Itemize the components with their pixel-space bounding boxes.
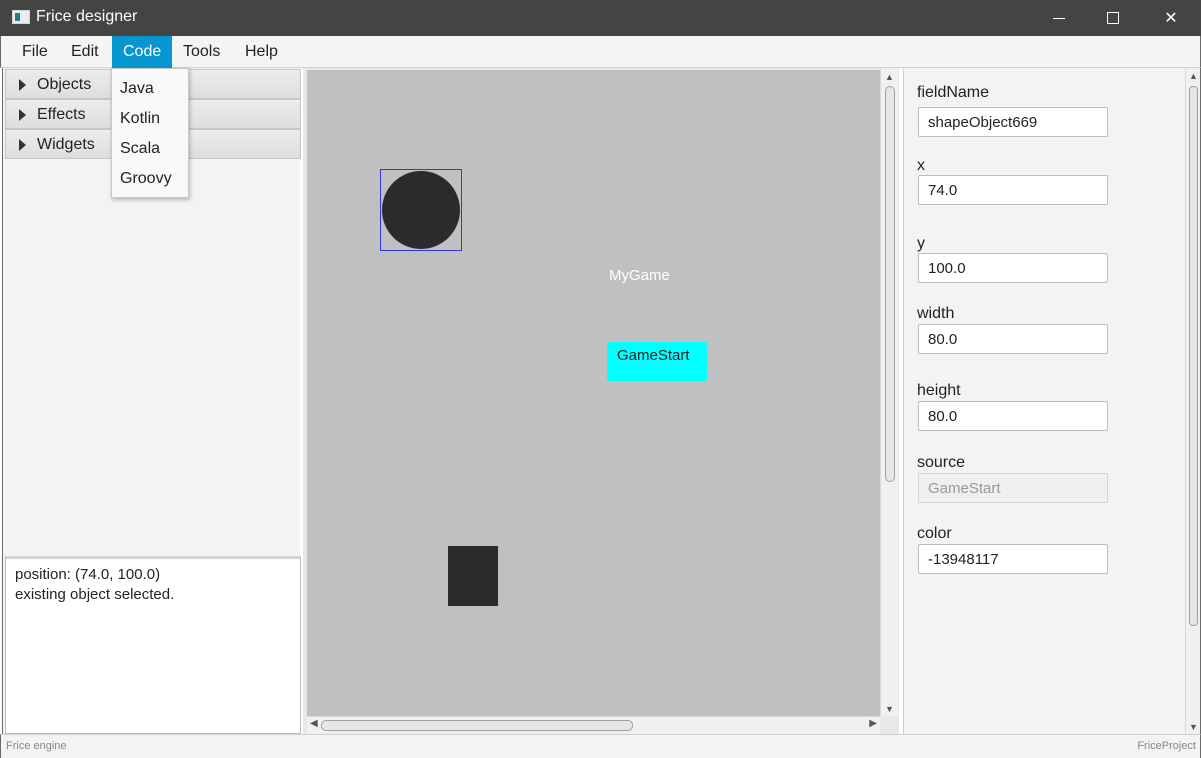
menu-item-java[interactable]: Java <box>120 80 154 98</box>
rectangle-object[interactable] <box>448 546 498 606</box>
selected-oval-object[interactable] <box>380 169 462 251</box>
fieldname-label: fieldName <box>917 84 990 101</box>
fieldname-input[interactable] <box>918 107 1108 137</box>
color-label: color <box>917 525 952 542</box>
x-input[interactable] <box>918 175 1108 205</box>
gamestart-button-object[interactable]: GameStart <box>607 342 707 381</box>
expand-arrow-icon <box>19 139 26 151</box>
menu-bar: File Edit Code Tools Help <box>0 36 1201 68</box>
scroll-thumb[interactable] <box>1189 86 1198 626</box>
minimize-icon <box>1053 17 1065 19</box>
menu-item-scala[interactable]: Scala <box>120 140 160 158</box>
scroll-thumb[interactable] <box>885 86 895 482</box>
scroll-left-icon[interactable]: ◀ <box>310 718 318 729</box>
design-canvas[interactable]: MyGame GameStart <box>307 70 880 716</box>
canvas-vertical-scrollbar[interactable]: ▲ ▼ <box>880 68 898 716</box>
height-input[interactable] <box>918 401 1108 431</box>
canvas-viewport: MyGame GameStart <box>303 68 899 734</box>
properties-panel: fieldName x y width height source color <box>903 68 1185 734</box>
window-title: Frice designer <box>36 8 138 25</box>
y-label: y <box>917 235 925 252</box>
scroll-up-icon[interactable]: ▲ <box>1189 71 1198 81</box>
expand-arrow-icon <box>19 79 26 91</box>
scroll-up-icon[interactable]: ▲ <box>885 72 894 82</box>
menu-help[interactable]: Help <box>234 36 289 68</box>
menu-code[interactable]: Code <box>112 36 173 68</box>
section-label: Effects <box>37 106 86 123</box>
log-line: position: (74.0, 100.0) <box>15 566 161 583</box>
minimize-button[interactable] <box>1036 0 1082 36</box>
title-bar: Frice designer ✕ <box>0 0 1201 36</box>
width-input[interactable] <box>918 324 1108 354</box>
properties-vertical-scrollbar[interactable]: ▲ ▼ <box>1185 68 1201 734</box>
scroll-down-icon[interactable]: ▼ <box>1189 722 1198 732</box>
status-bar: Frice engine FriceProject <box>0 734 1201 758</box>
source-input <box>918 473 1108 503</box>
scroll-thumb[interactable] <box>321 720 633 731</box>
source-label: source <box>917 454 966 471</box>
y-input[interactable] <box>918 253 1108 283</box>
close-button[interactable]: ✕ <box>1148 0 1194 36</box>
menu-item-groovy[interactable]: Groovy <box>120 170 172 188</box>
width-label: width <box>917 305 955 322</box>
canvas-horizontal-scrollbar[interactable]: ◀ ▶ <box>307 716 880 734</box>
status-project-text: FriceProject <box>1137 740 1196 752</box>
status-engine-text: Frice engine <box>6 740 67 752</box>
scroll-right-icon[interactable]: ▶ <box>869 718 877 729</box>
menu-tools[interactable]: Tools <box>172 36 231 68</box>
maximize-icon <box>1107 12 1119 24</box>
code-dropdown-menu: Java Kotlin Scala Groovy <box>111 68 189 198</box>
app-icon <box>12 10 30 24</box>
log-line: existing object selected. <box>15 586 175 603</box>
section-label: Objects <box>37 76 92 93</box>
close-icon: ✕ <box>1164 10 1178 27</box>
game-title-label[interactable]: MyGame <box>609 267 670 284</box>
expand-arrow-icon <box>19 109 26 121</box>
menu-item-kotlin[interactable]: Kotlin <box>120 110 160 128</box>
height-label: height <box>917 382 961 399</box>
menu-edit[interactable]: Edit <box>60 36 110 68</box>
maximize-button[interactable] <box>1090 0 1136 36</box>
log-output[interactable]: position: (74.0, 100.0) existing object … <box>5 556 301 734</box>
x-label: x <box>917 157 925 174</box>
section-label: Widgets <box>37 136 95 153</box>
oval-shape <box>382 171 460 249</box>
color-input[interactable] <box>918 544 1108 574</box>
menu-file[interactable]: File <box>11 36 59 68</box>
scroll-down-icon[interactable]: ▼ <box>885 704 894 714</box>
